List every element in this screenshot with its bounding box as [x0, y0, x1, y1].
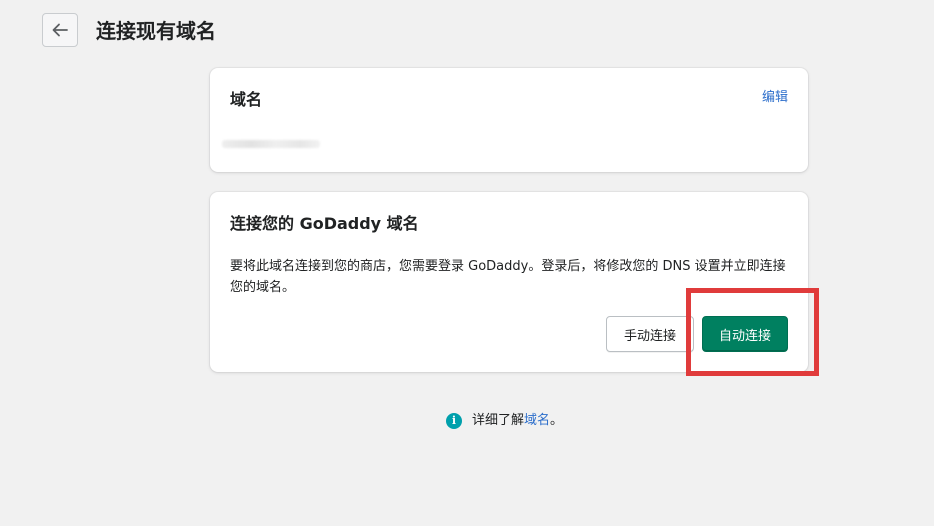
footer-help-suffix: 。 [550, 413, 564, 428]
edit-domain-link[interactable]: 编辑 [762, 89, 788, 107]
connect-card-title: 连接您的 GoDaddy 域名 [230, 214, 419, 233]
arrow-left-icon [52, 23, 68, 37]
info-icon: i [446, 413, 462, 429]
auto-connect-button[interactable]: 自动连接 [702, 316, 788, 352]
domain-card-title: 域名 [230, 90, 263, 109]
footer-help-prefix: 详细了解 [472, 413, 525, 428]
footer-help: i 详细了解 域名。 [446, 412, 563, 430]
manual-connect-button[interactable]: 手动连接 [606, 316, 694, 352]
connect-description: 要将此域名连接到您的商店，您需要登录 GoDaddy。登录后，将修改您的 DNS… [230, 259, 786, 295]
page-title: 连接现有域名 [96, 19, 216, 43]
domain-card: 域名 编辑 [210, 68, 808, 172]
domain-value-redacted [222, 140, 320, 148]
connect-card: 连接您的 GoDaddy 域名 要将此域名连接到您的商店，您需要登录 GoDad… [210, 192, 808, 372]
domain-help-link[interactable]: 域名 [524, 412, 550, 430]
back-button[interactable] [42, 13, 78, 47]
